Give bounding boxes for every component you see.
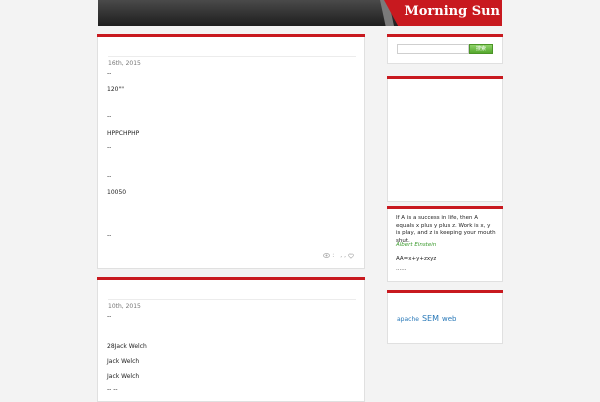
quote-formula: AA=x+y+zxyz [396,256,437,262]
post-line: -- [107,232,112,239]
site-title[interactable]: Morning Sun [404,4,500,19]
post-line: -- [107,70,112,77]
post-line: 120"" [107,86,124,93]
comments-count: , , [340,252,346,259]
heart-icon[interactable] [348,253,354,259]
post-line: Jack Welch [107,373,140,380]
post-line: -- [107,173,112,180]
post-line: -- [107,144,112,151]
sidebar-widget-empty [387,76,503,202]
views-counter: : [323,252,334,259]
site-header: Morning Sun [98,0,502,26]
post-card: 10th, 2015 -- 28Jack Welch Jack Welch Ja… [97,277,365,402]
search-button[interactable]: 搜索 [469,44,493,54]
tag-cloud-widget: apache SEM web [387,290,503,344]
quote-widget: If A is a success in life, then A equals… [387,206,503,282]
quote-text: If A is a success in life, then A equals… [396,215,496,244]
post-date: 16th, 2015 [108,56,356,67]
post-line: -- [107,113,112,120]
comments-link[interactable]: , , [340,252,354,259]
search-input[interactable] [397,44,469,54]
quote-more: ...... [396,266,407,272]
post-line: 10050 [107,189,127,196]
eye-icon [323,253,331,258]
post-line: Jack Welch [107,358,140,365]
quote-author: Albert Einstein [396,242,437,248]
tag-cloud: apache SEM web [397,314,457,323]
post-line: HPPCHPHP [107,130,140,137]
views-count: : [332,252,335,259]
tag-link-sem[interactable]: SEM [422,314,439,323]
post-meta: : , , [323,252,354,259]
post-line: -- [107,313,112,320]
post-line: -- -- [107,386,118,393]
tag-link-apache[interactable]: apache [397,316,419,323]
search-widget: 搜索 [387,34,503,64]
tag-link-web[interactable]: web [442,315,456,323]
post-date: 10th, 2015 [108,299,356,310]
post-line: 28Jack Welch [107,343,147,350]
post-card: 16th, 2015 -- 120"" -- HPPCHPHP -- -- 10… [97,34,365,269]
